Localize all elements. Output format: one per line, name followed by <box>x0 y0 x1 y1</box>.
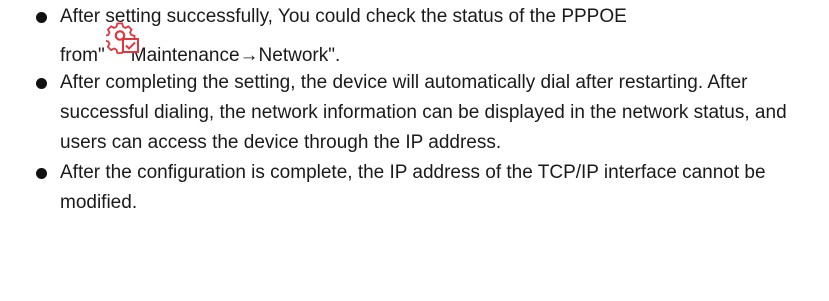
gear-settings-icon <box>105 22 139 54</box>
text-fragment: from" <box>60 45 105 67</box>
bullet-dot <box>36 78 47 89</box>
list-item: After the configuration is complete, the… <box>0 158 829 218</box>
bullet-text: After the configuration is complete, the… <box>60 162 766 213</box>
bullet-text-line: from" Maintenance→Network". <box>60 22 829 68</box>
bullet-dot <box>36 168 47 179</box>
bullet-list: After setting successfully, You could ch… <box>0 2 829 218</box>
bullet-text: After completing the setting, the device… <box>60 72 787 153</box>
document-page: After setting successfully, You could ch… <box>0 0 829 301</box>
text-fragment: Maintenance→Network". <box>130 45 341 67</box>
bullet-text-line: After setting successfully, You could ch… <box>60 6 627 27</box>
list-item: After completing the setting, the device… <box>0 68 829 158</box>
bullet-dot <box>36 12 47 23</box>
list-item: After setting successfully, You could ch… <box>0 2 829 68</box>
